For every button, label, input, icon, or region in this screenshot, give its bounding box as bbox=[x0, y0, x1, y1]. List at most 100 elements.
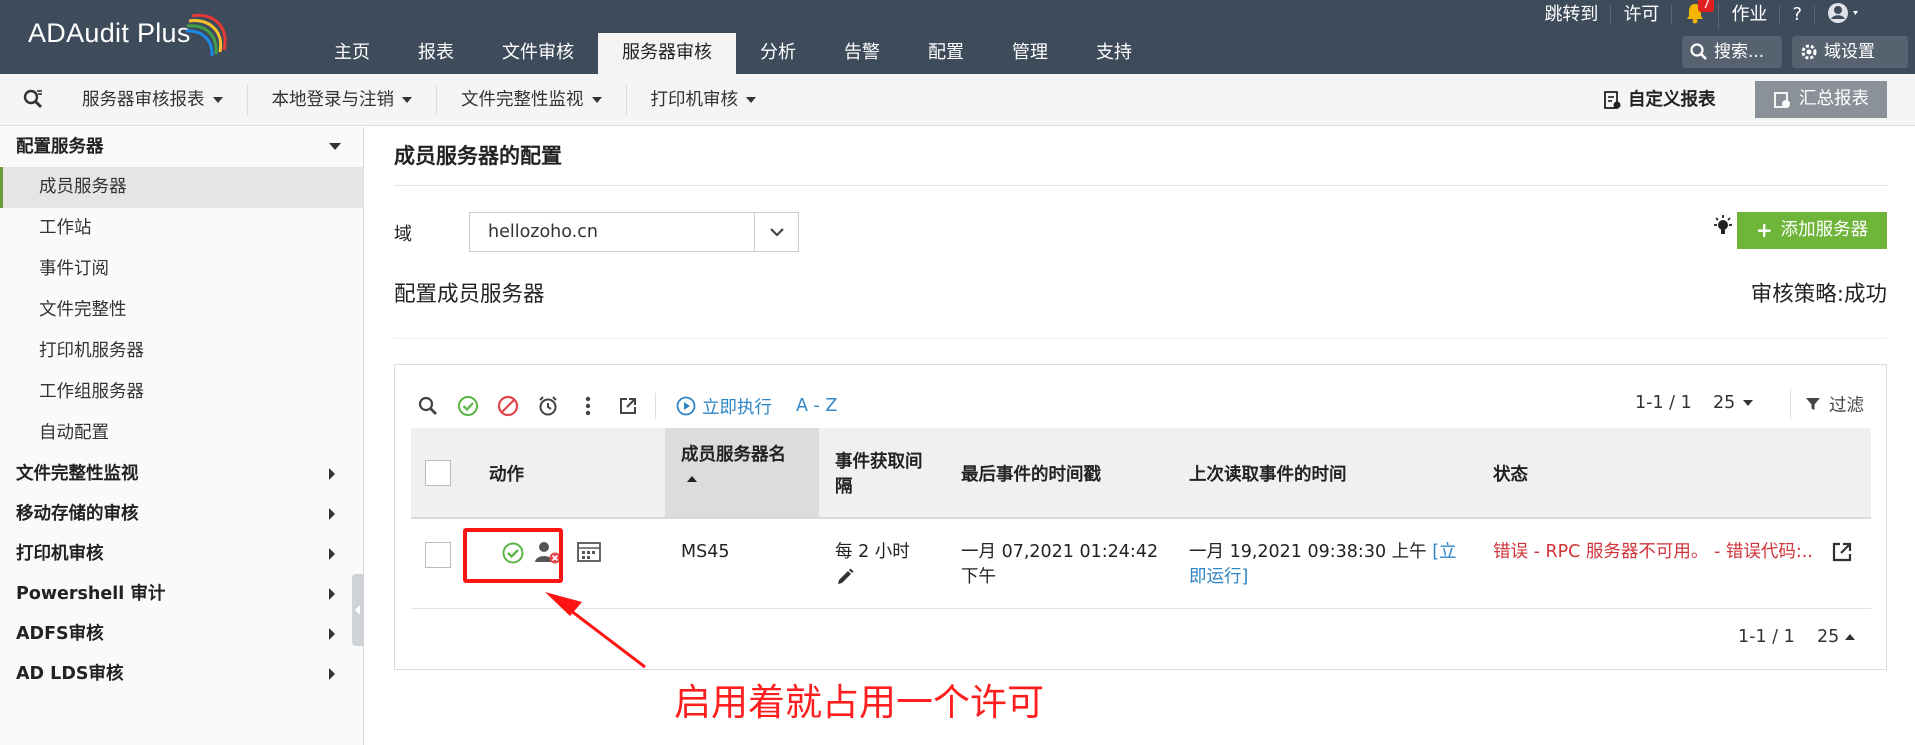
tab-server-audit[interactable]: 服务器审核 bbox=[598, 33, 736, 74]
chevron-up-icon bbox=[1845, 634, 1856, 640]
domain-settings-button[interactable]: 域设置 bbox=[1792, 36, 1908, 68]
sidebar-section-label: ADFS审核 bbox=[16, 624, 104, 644]
menu-printer-audit[interactable]: 打印机审核 bbox=[627, 85, 781, 115]
export-icon bbox=[620, 398, 636, 414]
logo-arc-icon bbox=[186, 13, 227, 57]
menu-server-audit-reports[interactable]: 服务器审核报表 bbox=[58, 85, 248, 115]
play-circle-icon bbox=[676, 396, 696, 416]
more-tool[interactable] bbox=[575, 393, 601, 419]
summary-report-button[interactable]: 汇总报表 bbox=[1755, 81, 1887, 118]
bell-icon: 7 bbox=[1684, 0, 1715, 24]
sidebar-item-member-servers[interactable]: 成员服务器 bbox=[0, 167, 363, 208]
disable-tool[interactable] bbox=[495, 393, 521, 419]
menu-local-logon[interactable]: 本地登录与注销 bbox=[248, 85, 437, 115]
alarm-clock-icon bbox=[539, 396, 557, 416]
user-menu[interactable] bbox=[1815, 2, 1875, 29]
edit-pencil-icon[interactable] bbox=[835, 567, 855, 587]
menu-file-integrity[interactable]: 文件完整性监视 bbox=[437, 85, 627, 115]
search-button[interactable]: 搜索... bbox=[1682, 36, 1782, 68]
row-checkbox[interactable] bbox=[425, 542, 451, 568]
check-circle-icon bbox=[458, 396, 478, 416]
tab-configuration[interactable]: 配置 bbox=[904, 33, 988, 74]
tab-home[interactable]: 主页 bbox=[310, 33, 394, 74]
interval-value: 每 2 小时 bbox=[835, 542, 910, 562]
user-avatar-icon bbox=[1828, 2, 1858, 23]
sidebar-item-print-servers[interactable]: 打印机服务器 bbox=[0, 331, 363, 372]
tab-admin[interactable]: 管理 bbox=[988, 33, 1072, 74]
page-size-select-top[interactable]: 25 bbox=[1713, 393, 1754, 413]
app-logo[interactable]: ADAudit Plus bbox=[28, 18, 191, 49]
sidebar-item-workgroup-servers[interactable]: 工作组服务器 bbox=[0, 372, 363, 413]
tab-support[interactable]: 支持 bbox=[1072, 33, 1156, 74]
section-title: 配置成员服务器 bbox=[394, 282, 545, 307]
sidebar-section-label: 文件完整性监视 bbox=[16, 464, 139, 484]
sidebar-section-ad-lds[interactable]: AD LDS审核 bbox=[0, 654, 363, 694]
sidebar-item-workstations[interactable]: 工作站 bbox=[0, 208, 363, 249]
sidebar-item-file-integrity[interactable]: 文件完整性 bbox=[0, 290, 363, 331]
last-read-time: 一月 19,2021 09:38:30 上午 bbox=[1189, 542, 1427, 562]
column-header-server-name[interactable]: 成员服务器名 bbox=[681, 443, 786, 482]
tab-analytics[interactable]: 分析 bbox=[736, 33, 820, 74]
column-header-last-read: 上次读取事件的时间 bbox=[1189, 465, 1347, 485]
sidebar-section-removable-storage[interactable]: 移动存储的审核 bbox=[0, 494, 363, 534]
chevron-right-icon bbox=[329, 628, 335, 640]
sidebar-section-powershell[interactable]: Powershell 审计 bbox=[0, 574, 363, 614]
column-header-label: 事件获取间隔 bbox=[835, 452, 923, 497]
export-tool[interactable] bbox=[615, 393, 641, 419]
sidebar-section-adfs[interactable]: ADFS审核 bbox=[0, 614, 363, 654]
page-size-select-bottom[interactable]: 25 bbox=[1817, 627, 1856, 647]
notifications[interactable]: 7 bbox=[1672, 0, 1720, 29]
sidebar-section-printer-audit[interactable]: 打印机审核 bbox=[0, 534, 363, 574]
menu-label: 打印机审核 bbox=[650, 90, 739, 110]
add-server-label: 添加服务器 bbox=[1780, 220, 1869, 240]
sidebar-collapse-handle[interactable] bbox=[352, 574, 364, 646]
tab-file-audit[interactable]: 文件审核 bbox=[478, 33, 598, 74]
domain-label: 域 bbox=[394, 224, 412, 245]
sort-az-link[interactable]: A - Z bbox=[796, 396, 837, 416]
enable-tool[interactable] bbox=[455, 393, 481, 419]
domain-settings-label: 域设置 bbox=[1824, 42, 1875, 62]
tab-reports[interactable]: 报表 bbox=[394, 33, 478, 74]
menu-label: 本地登录与注销 bbox=[271, 90, 395, 110]
schedule-tool[interactable] bbox=[535, 393, 561, 419]
event-log-icon[interactable] bbox=[577, 542, 601, 562]
menu-label: 文件完整性监视 bbox=[461, 90, 584, 110]
divider bbox=[394, 185, 1887, 186]
sidebar-item-auto-config[interactable]: 自动配置 bbox=[0, 413, 363, 454]
license-link[interactable]: 许可 bbox=[1611, 5, 1673, 25]
toolbar-separator bbox=[655, 393, 656, 419]
help-link[interactable]: ? bbox=[1780, 5, 1815, 25]
domain-select[interactable]: hellozoho.cn bbox=[469, 212, 799, 252]
sidebar-section-configure-servers[interactable]: 配置服务器 bbox=[0, 127, 363, 167]
jump-to-link[interactable]: 跳转到 bbox=[1532, 5, 1612, 25]
lightbulb-icon[interactable] bbox=[1712, 214, 1734, 238]
custom-report-button[interactable]: 自定义报表 bbox=[1594, 84, 1724, 116]
column-header-last-event: 最后事件的时间戳 bbox=[961, 465, 1101, 485]
cell-status[interactable]: 错误 - RPC 服务器不可用。 - 错误代码:.. bbox=[1493, 540, 1813, 565]
sidebar-item-event-subscription[interactable]: 事件订阅 bbox=[0, 249, 363, 290]
grid-search-tool[interactable] bbox=[415, 393, 441, 419]
annotation-text: 启用着就占用一个许可 bbox=[674, 681, 1044, 724]
sidebar-section-label: 移动存储的审核 bbox=[16, 504, 139, 524]
sub-menu-bar: 服务器审核报表 本地登录与注销 文件完整性监视 打印机审核 bbox=[58, 74, 780, 126]
report-search-icon[interactable] bbox=[22, 88, 44, 110]
column-header-interval: 事件获取间隔 bbox=[835, 450, 935, 500]
page-size-value: 25 bbox=[1817, 627, 1840, 647]
chevron-down-icon bbox=[329, 143, 341, 150]
tab-alerts[interactable]: 告警 bbox=[820, 33, 904, 74]
divider bbox=[394, 338, 1887, 339]
cell-server-name: MS45 bbox=[681, 542, 730, 562]
chevron-down-icon bbox=[746, 97, 756, 103]
main-nav: 主页 报表 文件审核 服务器审核 分析 告警 配置 管理 支持 bbox=[310, 33, 1156, 74]
jobs-link[interactable]: 作业 bbox=[1719, 5, 1781, 25]
chevron-right-icon bbox=[329, 508, 335, 520]
select-all-checkbox[interactable] bbox=[425, 460, 451, 486]
sidebar-section-file-integrity-monitoring[interactable]: 文件完整性监视 bbox=[0, 454, 363, 494]
more-vertical-icon bbox=[585, 396, 591, 416]
open-detail-icon[interactable] bbox=[1831, 541, 1853, 563]
filter-button[interactable]: 过滤 bbox=[1790, 389, 1864, 419]
run-now-button[interactable]: 立即执行 bbox=[676, 394, 772, 419]
chevron-down-icon bbox=[1743, 400, 1754, 406]
custom-report-icon bbox=[1604, 91, 1621, 109]
add-server-button[interactable]: + 添加服务器 bbox=[1737, 212, 1887, 249]
